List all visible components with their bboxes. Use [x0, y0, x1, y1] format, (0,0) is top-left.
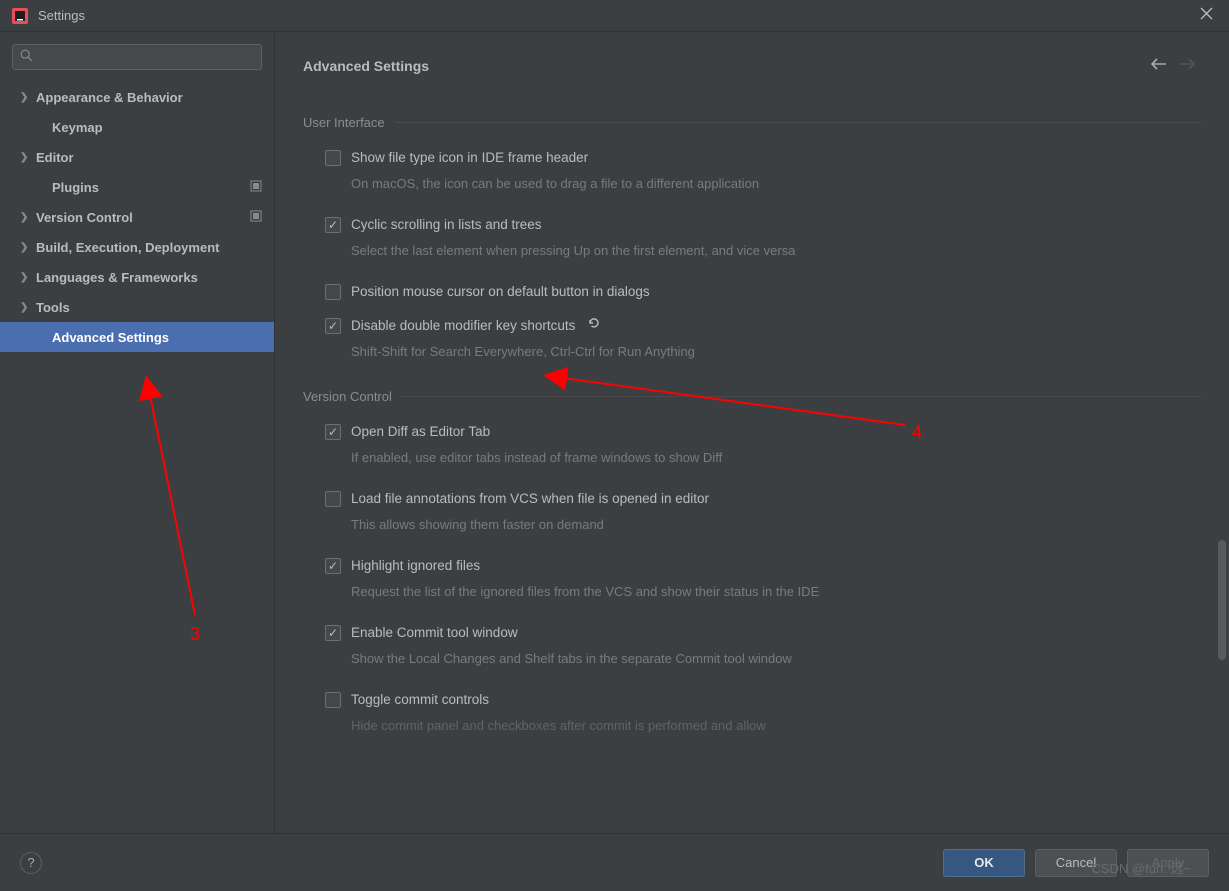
settings-content[interactable]: User Interface Show file type icon in ID… [275, 87, 1229, 833]
project-scope-icon [250, 180, 262, 195]
section-version-control: Version Control Open Diff as Editor Tab … [303, 389, 1201, 735]
sidebar-item-editor[interactable]: ❯Editor [0, 142, 274, 172]
chevron-right-icon: ❯ [20, 92, 34, 103]
option-desc: Show the Local Changes and Shelf tabs in… [351, 649, 792, 668]
apply-button[interactable]: Apply [1127, 849, 1209, 877]
option-desc: Hide commit panel and checkboxes after c… [351, 716, 766, 735]
cancel-button[interactable]: Cancel [1035, 849, 1117, 877]
checkbox[interactable] [325, 692, 341, 708]
nav-back-icon[interactable] [1145, 54, 1173, 77]
app-icon [12, 8, 28, 24]
settings-window: Settings ❯Appearance & Behavior Keymap ❯… [0, 0, 1229, 891]
sidebar-item-build-execution-deployment[interactable]: ❯Build, Execution, Deployment [0, 232, 274, 262]
checkbox[interactable] [325, 318, 341, 334]
sidebar-item-languages-frameworks[interactable]: ❯Languages & Frameworks [0, 262, 274, 292]
option-label: Highlight ignored files [351, 556, 819, 576]
chevron-right-icon: ❯ [20, 302, 34, 313]
nav-forward-icon [1173, 54, 1201, 77]
checkbox[interactable] [325, 217, 341, 233]
option-label: Toggle commit controls [351, 690, 766, 710]
close-icon[interactable] [1196, 3, 1217, 29]
option-desc: Shift-Shift for Search Everywhere, Ctrl-… [351, 342, 695, 361]
option-highlight-ignored-files: Highlight ignored files Request the list… [303, 556, 1201, 601]
settings-sidebar: ❯Appearance & Behavior Keymap ❯Editor Pl… [0, 32, 275, 833]
checkbox[interactable] [325, 424, 341, 440]
section-title: User Interface [303, 115, 385, 130]
option-label: Position mouse cursor on default button … [351, 282, 650, 302]
option-cyclic-scrolling: Cyclic scrolling in lists and trees Sele… [303, 215, 1201, 260]
chevron-right-icon: ❯ [20, 272, 34, 283]
option-desc: On macOS, the icon can be used to drag a… [351, 174, 759, 193]
reset-icon[interactable] [587, 318, 601, 333]
option-desc: This allows showing them faster on deman… [351, 515, 709, 534]
option-label: Disable double modifier key shortcuts [351, 316, 695, 336]
ok-button[interactable]: OK [943, 849, 1025, 877]
checkbox[interactable] [325, 491, 341, 507]
titlebar: Settings [0, 0, 1229, 32]
option-show-file-type-icon: Show file type icon in IDE frame header … [303, 148, 1201, 193]
main-header: Advanced Settings [275, 32, 1229, 87]
scrollbar-thumb[interactable] [1218, 540, 1226, 660]
main-panel: Advanced Settings User Interface Show [275, 32, 1229, 833]
sidebar-item-keymap[interactable]: Keymap [0, 112, 274, 142]
page-title: Advanced Settings [303, 58, 429, 74]
section-title: Version Control [303, 389, 392, 404]
option-open-diff-editor-tab: Open Diff as Editor Tab If enabled, use … [303, 422, 1201, 467]
sidebar-item-plugins[interactable]: Plugins [0, 172, 274, 202]
section-user-interface: User Interface Show file type icon in ID… [303, 115, 1201, 361]
option-label: Enable Commit tool window [351, 623, 792, 643]
checkbox[interactable] [325, 150, 341, 166]
option-label: Open Diff as Editor Tab [351, 422, 722, 442]
sidebar-item-advanced-settings[interactable]: Advanced Settings [0, 322, 274, 352]
option-enable-commit-tool-window: Enable Commit tool window Show the Local… [303, 623, 1201, 668]
option-label: Show file type icon in IDE frame header [351, 148, 759, 168]
option-position-mouse-cursor: Position mouse cursor on default button … [303, 282, 1201, 302]
help-icon[interactable]: ? [20, 852, 42, 874]
option-desc: Select the last element when pressing Up… [351, 241, 795, 260]
chevron-right-icon: ❯ [20, 242, 34, 253]
option-label: Cyclic scrolling in lists and trees [351, 215, 795, 235]
checkbox[interactable] [325, 625, 341, 641]
option-desc: If enabled, use editor tabs instead of f… [351, 448, 722, 467]
dialog-footer: ? OK Cancel Apply [0, 833, 1229, 891]
checkbox[interactable] [325, 284, 341, 300]
search-input[interactable] [12, 44, 262, 70]
sidebar-item-version-control[interactable]: ❯Version Control [0, 202, 274, 232]
option-load-file-annotations: Load file annotations from VCS when file… [303, 489, 1201, 534]
window-title: Settings [38, 8, 85, 23]
chevron-right-icon: ❯ [20, 212, 34, 223]
settings-tree: ❯Appearance & Behavior Keymap ❯Editor Pl… [0, 82, 274, 833]
option-disable-double-modifier: Disable double modifier key shortcuts Sh… [303, 316, 1201, 361]
project-scope-icon [250, 210, 262, 225]
sidebar-item-tools[interactable]: ❯Tools [0, 292, 274, 322]
chevron-right-icon: ❯ [20, 152, 34, 163]
option-toggle-commit-controls: Toggle commit controls Hide commit panel… [303, 690, 1201, 735]
option-desc: Request the list of the ignored files fr… [351, 582, 819, 601]
sidebar-item-appearance-behavior[interactable]: ❯Appearance & Behavior [0, 82, 274, 112]
option-label: Load file annotations from VCS when file… [351, 489, 709, 509]
checkbox[interactable] [325, 558, 341, 574]
